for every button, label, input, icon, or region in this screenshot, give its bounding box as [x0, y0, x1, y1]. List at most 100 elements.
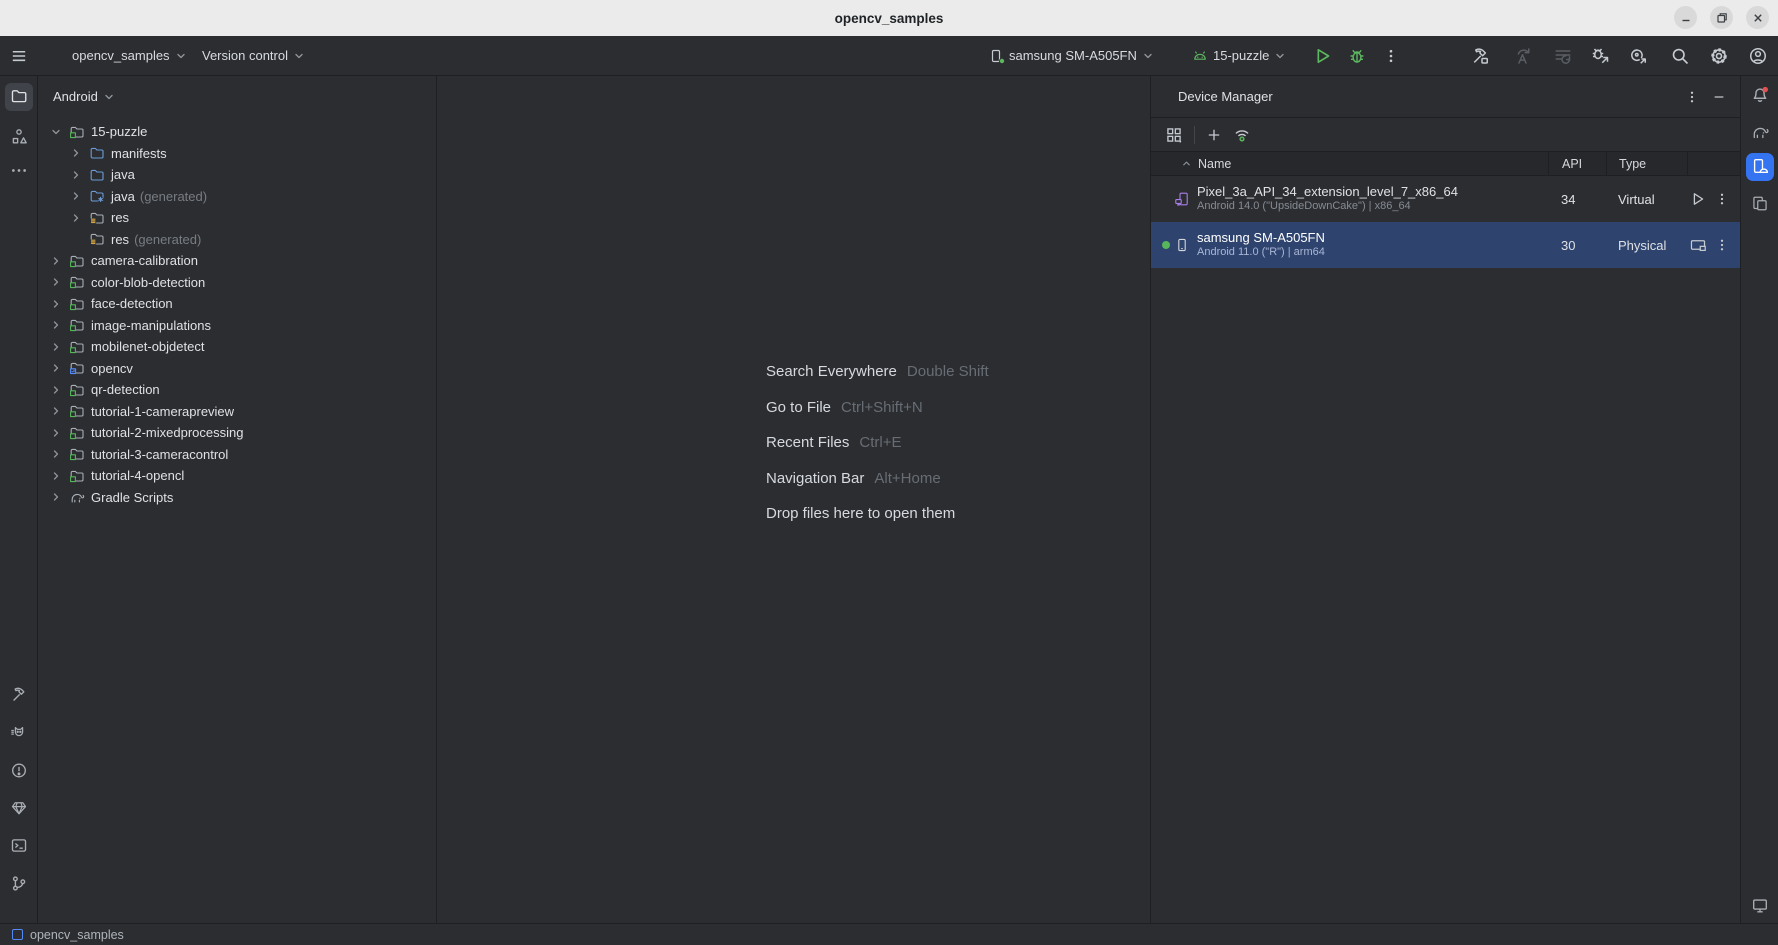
- device-row-physical-selected[interactable]: samsung SM-A505FN Android 11.0 ("R") | a…: [1151, 222, 1740, 268]
- tree-item-label: tutorial-2-mixedprocessing: [91, 425, 243, 440]
- logcat-tool-button[interactable]: [10, 724, 28, 745]
- chevron-right-icon[interactable]: [49, 448, 63, 460]
- tree-item-tutorial-3-cameracontrol[interactable]: tutorial-3-cameracontrol: [38, 444, 436, 466]
- debug-button[interactable]: [1347, 36, 1367, 75]
- mirror-device-icon[interactable]: [1689, 236, 1707, 254]
- shortcut-keys: Ctrl+Shift+N: [841, 399, 923, 416]
- add-device-grid-icon[interactable]: [1165, 126, 1183, 144]
- module-folder-icon: [69, 446, 85, 462]
- chevron-right-icon[interactable]: [49, 427, 63, 439]
- running-devices-tool-button[interactable]: [1751, 195, 1769, 216]
- run-play-icon: [1313, 46, 1333, 66]
- chevron-right-icon[interactable]: [49, 341, 63, 353]
- column-header-type[interactable]: Type: [1606, 152, 1687, 175]
- tree-item-manifests[interactable]: manifests: [38, 143, 436, 165]
- account-button[interactable]: [1748, 36, 1768, 75]
- tree-item-res[interactable]: res: [38, 207, 436, 229]
- attach-debugger-button[interactable]: [1590, 36, 1610, 75]
- chevron-right-icon[interactable]: [69, 190, 83, 202]
- tree-item-gradle-scripts[interactable]: Gradle Scripts: [38, 487, 436, 509]
- tree-item-tutorial-1-camerapreview[interactable]: tutorial-1-camerapreview: [38, 401, 436, 423]
- tree-item-face-detection[interactable]: face-detection: [38, 293, 436, 315]
- chevron-down-icon[interactable]: [49, 126, 63, 138]
- chevron-down-icon: [293, 50, 305, 62]
- project-view-selector[interactable]: Android: [53, 89, 115, 104]
- tree-item-label: camera-calibration: [91, 253, 198, 268]
- chevron-right-icon[interactable]: [49, 319, 63, 331]
- version-control-label: Version control: [202, 48, 288, 63]
- chevron-right-icon[interactable]: [49, 384, 63, 396]
- minimize-button[interactable]: [1674, 6, 1697, 29]
- version-control-tool-button[interactable]: [10, 875, 28, 896]
- tree-item-tutorial-4-opencl[interactable]: tutorial-4-opencl: [38, 465, 436, 487]
- more-tool-windows-button[interactable]: [10, 162, 28, 183]
- chevron-right-icon[interactable]: [69, 212, 83, 224]
- tree-item-15-puzzle[interactable]: 15-puzzle: [38, 121, 436, 143]
- chevron-right-icon[interactable]: [49, 405, 63, 417]
- kebab-menu-icon[interactable]: [1715, 192, 1729, 206]
- add-device-plus-icon[interactable]: [1206, 127, 1222, 143]
- run-button[interactable]: [1313, 36, 1333, 75]
- android-head-icon: [1192, 48, 1208, 64]
- more-actions-button[interactable]: [1383, 36, 1399, 75]
- structure-tool-button[interactable]: [10, 128, 28, 149]
- project-tool-button[interactable]: [5, 83, 33, 111]
- version-control-button[interactable]: Version control: [202, 36, 305, 75]
- build-tool-button[interactable]: [10, 686, 28, 707]
- tree-item-java-generated[interactable]: java (generated): [38, 186, 436, 208]
- folder-icon: [89, 145, 105, 161]
- gradle-tool-button[interactable]: [1750, 122, 1769, 144]
- start-device-icon[interactable]: [1689, 190, 1707, 208]
- close-icon[interactable]: [1746, 6, 1769, 29]
- tree-item-tutorial-2-mixedprocessing[interactable]: tutorial-2-mixedprocessing: [38, 422, 436, 444]
- apply-changes-button[interactable]: [1513, 36, 1533, 75]
- gear-icon: [1709, 46, 1729, 66]
- settings-button[interactable]: [1709, 36, 1729, 75]
- problems-tool-button[interactable]: [10, 762, 28, 783]
- tree-item-qr-detection[interactable]: qr-detection: [38, 379, 436, 401]
- column-header-api[interactable]: API: [1548, 152, 1606, 175]
- chevron-down-icon: [175, 50, 187, 62]
- restore-button[interactable]: [1710, 6, 1733, 29]
- chevron-right-icon[interactable]: [49, 276, 63, 288]
- notifications-button[interactable]: [1750, 86, 1769, 108]
- column-header-name[interactable]: Name: [1151, 152, 1548, 175]
- tree-item-color-blob-detection[interactable]: color-blob-detection: [38, 272, 436, 294]
- chevron-right-icon[interactable]: [49, 298, 63, 310]
- shortcut-search-everywhere: Search EverywhereDouble Shift: [766, 362, 989, 382]
- terminal-tool-button[interactable]: [10, 837, 28, 858]
- tree-item-mobilenet-objdetect[interactable]: mobilenet-objdetect: [38, 336, 436, 358]
- shortcut-keys: Ctrl+E: [859, 434, 901, 451]
- module-folder-icon: [69, 339, 85, 355]
- kebab-menu-icon[interactable]: [1715, 238, 1729, 252]
- tree-item-java[interactable]: java: [38, 164, 436, 186]
- profiler-button[interactable]: [1628, 36, 1648, 75]
- app-quality-insights-tool-button[interactable]: [10, 799, 28, 820]
- chevron-right-icon[interactable]: [69, 169, 83, 181]
- tree-item-suffix: (generated): [134, 232, 201, 247]
- run-config-button[interactable]: 15-puzzle: [1192, 36, 1286, 75]
- hide-panel-icon[interactable]: [1712, 90, 1726, 104]
- chevron-right-icon[interactable]: [49, 255, 63, 267]
- main-menu-button[interactable]: [10, 36, 28, 75]
- tree-item-res-generated[interactable]: res (generated): [38, 229, 436, 251]
- pair-wifi-icon[interactable]: [1233, 126, 1251, 144]
- apply-code-changes-button[interactable]: [1553, 36, 1573, 75]
- device-row-virtual[interactable]: Pixel_3a_API_34_extension_level_7_x86_64…: [1151, 176, 1740, 222]
- bottom-right-tool-button[interactable]: [1751, 897, 1769, 918]
- build-hammer-icon: [1470, 46, 1490, 66]
- chevron-right-icon[interactable]: [69, 147, 83, 159]
- chevron-right-icon[interactable]: [49, 362, 63, 374]
- project-widget-button[interactable]: opencv_samples: [72, 36, 187, 75]
- build-button[interactable]: [1470, 36, 1490, 75]
- tree-item-image-manipulations[interactable]: image-manipulations: [38, 315, 436, 337]
- tree-item-camera-calibration[interactable]: camera-calibration: [38, 250, 436, 272]
- kebab-menu-icon[interactable]: [1685, 90, 1699, 104]
- device-manager-tool-button[interactable]: [1746, 153, 1774, 181]
- tree-item-opencv[interactable]: opencv: [38, 358, 436, 380]
- search-everywhere-button[interactable]: [1670, 36, 1690, 75]
- chevron-right-icon[interactable]: [49, 470, 63, 482]
- chevron-right-icon[interactable]: [49, 491, 63, 503]
- status-project-name[interactable]: opencv_samples: [30, 928, 124, 942]
- device-selector-button[interactable]: samsung SM-A505FN: [988, 36, 1154, 75]
